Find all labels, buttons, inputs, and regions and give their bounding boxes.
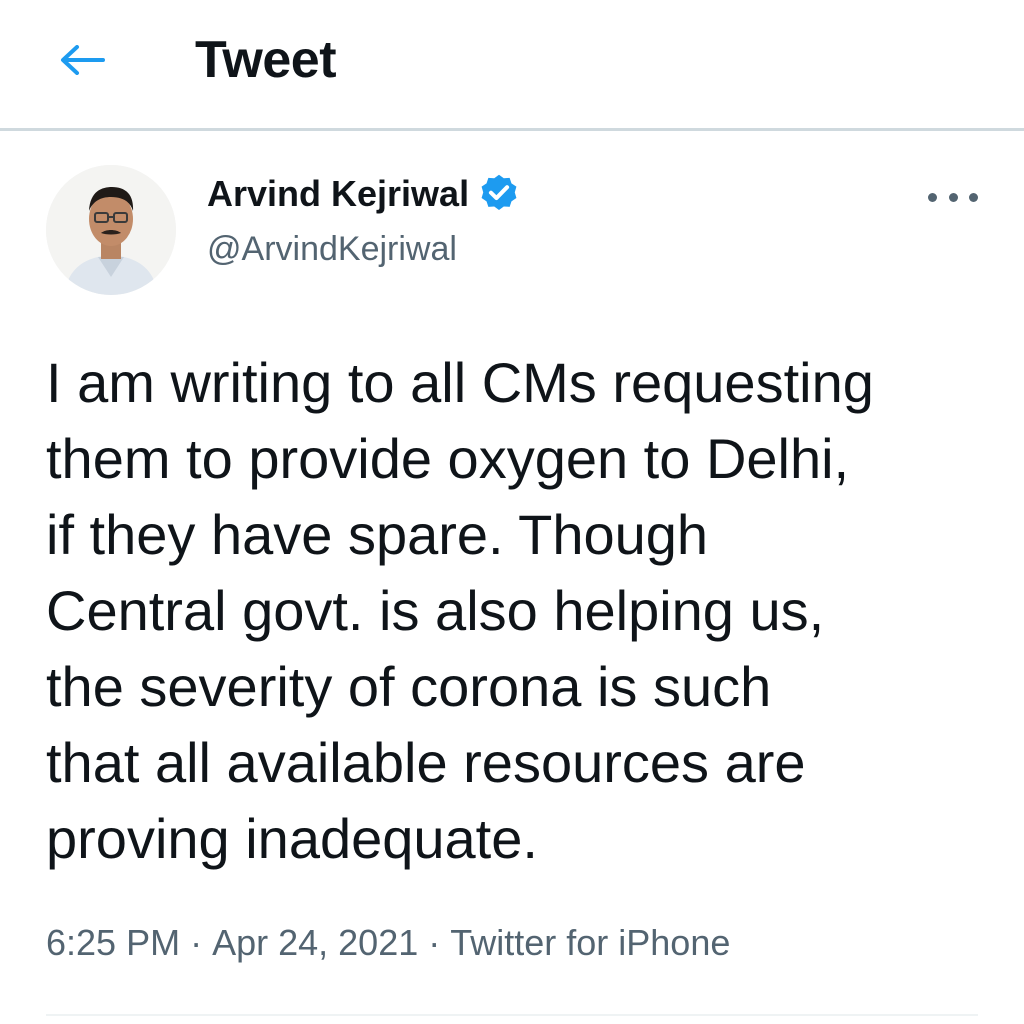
arrow-left-icon [61,45,105,75]
divider [46,1014,978,1016]
tweet-time[interactable]: 6:25 PM [46,922,180,964]
more-options-button[interactable] [928,180,978,214]
tweet-metadata: 6:25 PM · Apr 24, 2021 · Twitter for iPh… [46,922,730,964]
tweet-date[interactable]: Apr 24, 2021 [212,922,418,964]
avatar-image [46,165,176,295]
back-button[interactable] [56,38,108,82]
author-name-row[interactable]: Arvind Kejriwal [207,172,521,216]
page-title: Tweet [195,31,337,89]
avatar[interactable] [46,165,176,295]
more-horizontal-icon [928,192,937,202]
tweet-source[interactable]: Twitter for iPhone [450,922,730,964]
top-bar: Tweet [0,0,1024,131]
more-horizontal-icon-dot [948,192,958,202]
meta-separator: · [190,922,203,963]
author-name[interactable]: Arvind Kejriwal [207,173,469,215]
meta-separator: · [428,922,441,963]
tweet-text: I am writing to all CMs requesting them … [46,351,874,870]
more-horizontal-icon-dot [969,192,978,202]
verified-badge-icon [481,174,517,210]
author-handle[interactable]: @ArvindKejriwal [207,230,457,269]
